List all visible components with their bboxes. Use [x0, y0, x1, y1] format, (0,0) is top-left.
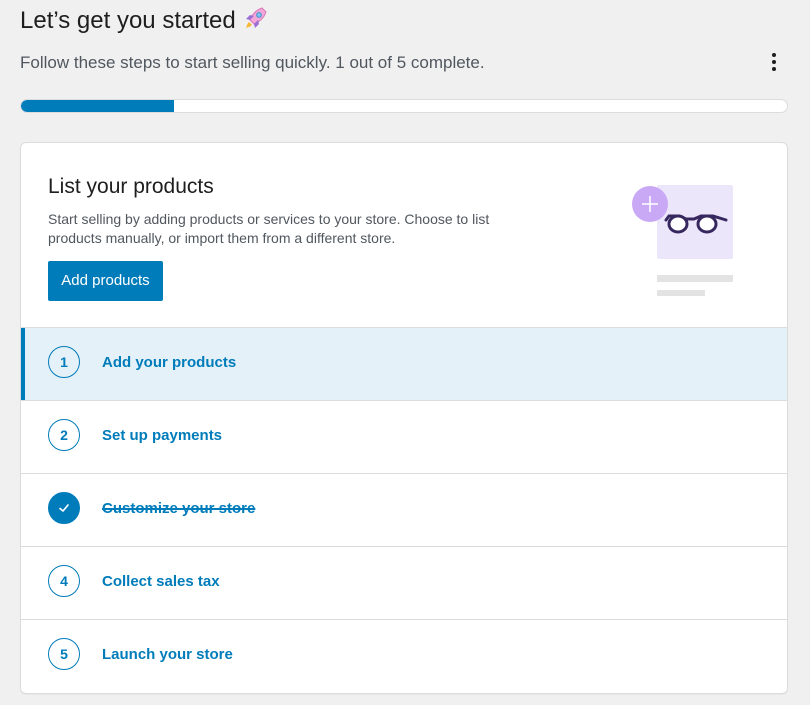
page-title: Let’s get you started — [20, 4, 270, 37]
task-hero: List your products Start selling by addi… — [21, 143, 787, 328]
step-label: Add your products — [102, 354, 237, 371]
step-number: 4 — [60, 573, 68, 589]
hero-description: Start selling by adding products or serv… — [48, 211, 490, 246]
task-list-card: List your products Start selling by addi… — [20, 142, 788, 694]
more-vertical-icon-dot — [772, 67, 776, 71]
task-step[interactable]: 1 Add your products — [21, 328, 787, 401]
task-step[interactable]: 5 Launch your store — [21, 620, 787, 692]
step-number-badge: 2 — [48, 419, 80, 451]
more-vertical-icon — [772, 53, 776, 57]
step-number: 1 — [60, 354, 68, 370]
progress-bar — [20, 99, 788, 113]
task-step[interactable]: Customize your store — [21, 474, 787, 547]
task-step[interactable]: 2 Set up payments — [21, 401, 787, 474]
check-icon — [59, 504, 69, 512]
step-number: 2 — [60, 427, 68, 443]
step-number-badge: 1 — [48, 346, 80, 378]
progress-summary: Follow these steps to start selling quic… — [20, 53, 485, 72]
more-vertical-icon-dot — [772, 60, 776, 64]
step-number-badge: 5 — [48, 638, 80, 670]
step-label: Set up payments — [102, 427, 223, 444]
page-title-text: Let’s get you started — [20, 7, 236, 34]
task-step[interactable]: 4 Collect sales tax — [21, 547, 787, 620]
step-label: Collect sales tax — [102, 573, 220, 590]
step-number: 5 — [60, 646, 68, 662]
task-steps-list: 1 Add your products 2 Set up payments Cu… — [21, 328, 787, 692]
rocket-icon — [242, 4, 270, 32]
glasses-product-illustration — [627, 181, 751, 303]
step-number-badge: 4 — [48, 565, 80, 597]
hero-title: List your products — [48, 175, 214, 198]
step-label: Customize your store — [102, 500, 256, 517]
step-complete-badge — [48, 492, 80, 524]
add-products-button[interactable]: Add products — [48, 261, 163, 301]
onboarding-header: Let’s get you started Follow these steps… — [20, 0, 788, 130]
more-options-button[interactable] — [762, 48, 786, 76]
progress-bar-fill — [21, 100, 175, 112]
step-label: Launch your store — [102, 646, 233, 663]
